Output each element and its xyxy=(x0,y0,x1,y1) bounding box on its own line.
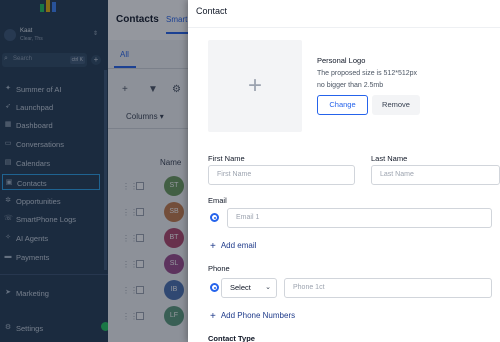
plus-icon: + xyxy=(210,241,216,252)
email-input[interactable]: Email 1 xyxy=(227,208,492,228)
contact-drawer: Contact + Personal Logo The proposed siz… xyxy=(188,0,500,342)
plus-icon: + xyxy=(210,311,216,322)
drawer-divider xyxy=(188,27,500,28)
email-primary-radio[interactable] xyxy=(210,213,219,222)
logo-limit-hint: no bigger than 2.5mb xyxy=(317,82,384,89)
change-logo-button[interactable]: Change xyxy=(317,95,368,115)
email-label: Email xyxy=(208,196,227,205)
add-email-link[interactable]: + Add email xyxy=(210,240,256,252)
personal-logo-title: Personal Logo xyxy=(317,56,366,65)
first-name-input[interactable]: First Name xyxy=(208,165,355,185)
contact-type-label: Contact Type xyxy=(208,334,255,342)
phone-country-select[interactable]: Select ⌄ xyxy=(221,278,277,298)
last-name-label: Last Name xyxy=(371,154,408,163)
last-name-input[interactable]: Last Name xyxy=(371,165,500,185)
phone-label: Phone xyxy=(208,264,230,273)
phone-input[interactable]: Phone 1ct xyxy=(284,278,492,298)
logo-size-hint: The proposed size is 512*512px xyxy=(317,70,418,77)
first-name-label: First Name xyxy=(208,154,245,163)
phone-primary-radio[interactable] xyxy=(210,283,219,292)
drawer-title: Contact xyxy=(196,6,228,16)
remove-logo-button[interactable]: Remove xyxy=(372,95,420,115)
logo-upload-box[interactable]: + xyxy=(208,40,302,132)
add-phone-link[interactable]: + Add Phone Numbers xyxy=(210,310,295,322)
plus-icon: + xyxy=(247,72,262,99)
chevron-down-icon: ⌄ xyxy=(265,284,271,291)
